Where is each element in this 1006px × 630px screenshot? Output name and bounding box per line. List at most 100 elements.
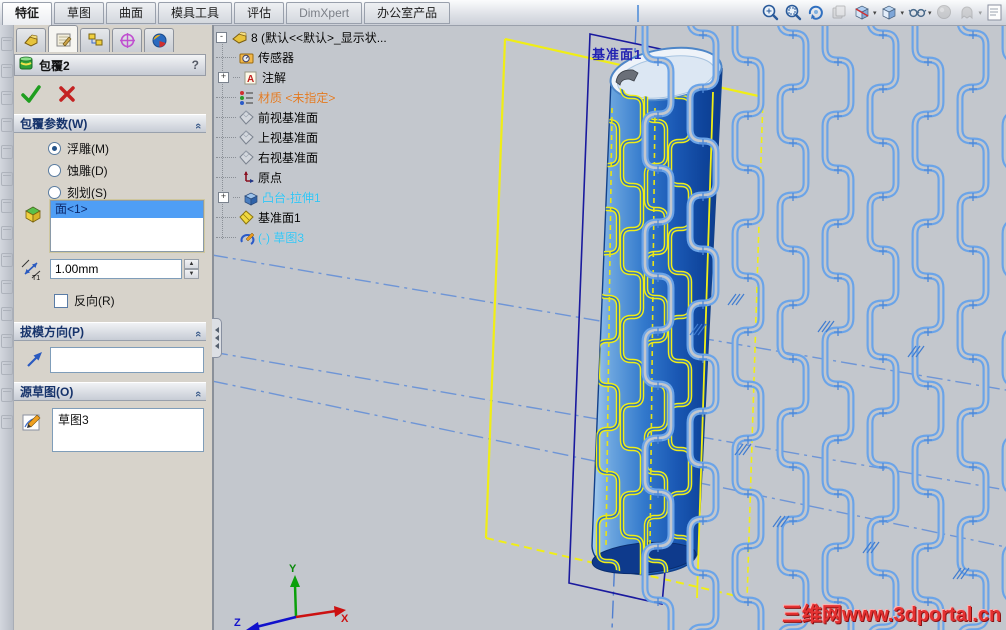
zoom-area-icon[interactable] — [783, 2, 804, 24]
tree-expand-icon[interactable]: + — [218, 191, 229, 203]
docked-toolbar-strip — [0, 25, 14, 630]
feature-title: 包覆2 — [39, 58, 70, 73]
configuration-tab-icon[interactable] — [80, 28, 110, 52]
face-selection-icon — [22, 203, 44, 230]
tree-collapse-icon[interactable]: - — [216, 31, 227, 43]
tree-expand-icon[interactable]: + — [218, 71, 229, 83]
menu-tab-特征[interactable]: 特征 — [2, 2, 53, 26]
tree-branch-line — [216, 136, 236, 138]
triad-axis-label: Z — [234, 617, 241, 629]
tree-branch-line — [216, 96, 236, 98]
docked-tool-icon — [1, 91, 13, 105]
tree-item-材质 <未指定>[interactable]: 材质 <未指定> — [216, 87, 431, 107]
thickness-stepper[interactable]: ▲ ▼ — [184, 259, 199, 279]
wrap-feature-icon — [18, 54, 35, 76]
dropdown-arrow-icon[interactable]: ▾ — [978, 9, 982, 17]
tree-item-8 (默认<<默认>_显示状...[interactable]: - 8 (默认<<默认>_显示状... — [216, 27, 431, 47]
section-wrap-parameters[interactable]: 包覆参数(W) « — [14, 114, 206, 133]
tree-item-label: 材质 <未指定> — [258, 90, 336, 105]
help-button[interactable]: ? — [192, 58, 199, 72]
feature-tree: - 8 (默认<<默认>_显示状... 传感器 + A 注解材质 <未指定> 前视基准面上视… — [216, 27, 431, 247]
command-manager-tabs: 特征 草图 曲面 模具工具 评估 DimXpert 办公室产品 — [2, 2, 452, 26]
radio-蚀雕(D)[interactable]: 蚀雕(D) — [48, 160, 108, 180]
property-manager-tab-icon[interactable] — [48, 25, 78, 52]
annotations-icon: A — [242, 69, 259, 86]
direction-arrow-icon — [24, 348, 46, 375]
tree-item-前视基准面[interactable]: 前视基准面 — [216, 107, 431, 127]
radio-button-icon[interactable] — [48, 185, 61, 199]
face-selection-listbox[interactable]: 面<1> — [50, 200, 204, 252]
view-orientation-icon[interactable]: ▾ — [879, 2, 905, 24]
tree-branch-line — [216, 116, 236, 118]
section-pull-direction[interactable]: 拔模方向(P) « — [14, 322, 206, 341]
menu-tab-草图[interactable]: 草图 — [54, 2, 105, 24]
menu-tab-模具工具[interactable]: 模具工具 — [158, 2, 233, 24]
panel-tabs — [16, 25, 174, 52]
tree-item-label: 凸台-拉伸1 — [262, 190, 321, 205]
scene-icon[interactable]: ▾ — [957, 2, 983, 24]
tree-item-右视基准面[interactable]: 右视基准面 — [216, 147, 431, 167]
application-window: Y X Z 基准面1 三维网www.3dportal.cn 特征 草图 曲面 模具工具 评估… — [0, 0, 1006, 630]
tree-item-传感器[interactable]: 传感器 — [216, 47, 431, 67]
radio-刻划(S)[interactable]: 刻划(S) — [48, 182, 107, 202]
section-title: 拔模方向(P) — [20, 325, 84, 339]
tree-item-注解[interactable]: + A 注解 — [216, 67, 431, 87]
radio-button-icon[interactable] — [48, 163, 61, 177]
ok-button[interactable] — [20, 83, 42, 110]
docked-tool-icon — [1, 226, 13, 240]
display-style-icon[interactable]: ▾ — [907, 2, 933, 24]
docked-tool-icon — [1, 280, 13, 294]
stepper-up-icon[interactable]: ▲ — [184, 259, 199, 269]
menu-tab-办公室产品[interactable]: 办公室产品 — [364, 2, 451, 24]
tree-item-上视基准面[interactable]: 上视基准面 — [216, 127, 431, 147]
tree-branch-line — [216, 56, 236, 58]
dimxpert-tab-icon[interactable] — [144, 28, 174, 52]
panel-collapse-handle[interactable] — [212, 318, 222, 358]
radio-浮雕(M)[interactable]: 浮雕(M) — [48, 138, 109, 158]
reverse-checkbox[interactable] — [54, 293, 68, 308]
pan-icon[interactable] — [829, 2, 850, 24]
section-view-icon[interactable]: ▾ — [852, 2, 878, 24]
tree-item-label: 注解 — [262, 70, 287, 85]
sketch-icon — [238, 229, 255, 246]
radio-button-icon[interactable] — [48, 141, 61, 155]
menu-tab-评估[interactable]: 评估 — [234, 2, 285, 24]
radio-label: 蚀雕(D) — [67, 163, 108, 178]
menu-tab-曲面[interactable]: 曲面 — [106, 2, 157, 24]
dropdown-arrow-icon[interactable]: ▾ — [928, 9, 932, 17]
source-sketch-box[interactable]: 草图3 — [52, 408, 204, 452]
zoom-fit-icon[interactable] — [760, 2, 781, 24]
docked-tool-icon — [1, 361, 13, 375]
rotate-view-icon[interactable] — [806, 2, 827, 24]
tree-branch-line — [216, 176, 236, 178]
boss-extrude-icon — [242, 189, 259, 206]
display-manager-tab-icon[interactable] — [112, 28, 142, 52]
selected-face-item[interactable]: 面<1> — [51, 201, 203, 218]
tree-branch-line — [216, 236, 236, 238]
tree-item-基准面1[interactable]: 基准面1 — [216, 207, 431, 227]
thickness-input[interactable] — [50, 259, 182, 279]
tree-item-原点[interactable]: 原点 — [216, 167, 431, 187]
tree-item-凸台-拉伸1[interactable]: + 凸台-拉伸1 — [216, 187, 431, 207]
docked-tool-icon — [1, 334, 13, 348]
watermark-text: 三维网www.3dportal.cn — [782, 604, 1002, 626]
tree-branch-line — [216, 216, 236, 218]
cancel-button[interactable] — [56, 83, 78, 110]
radio-label: 刻划(S) — [67, 185, 107, 200]
tree-item-label: 前视基准面 — [258, 110, 319, 125]
dropdown-arrow-icon[interactable]: ▾ — [873, 9, 877, 17]
pull-direction-box[interactable] — [50, 347, 204, 373]
appearance-icon[interactable] — [934, 2, 955, 24]
stepper-down-icon[interactable]: ▼ — [184, 269, 199, 279]
menu-bar: 特征 草图 曲面 模具工具 评估 DimXpert 办公室产品 ▾ ▾ ▾ ▾ — [0, 0, 1006, 26]
menu-tab-DimXpert[interactable]: DimXpert — [286, 2, 363, 24]
tree-item-(-) 草图3[interactable]: (-) 草图3 — [216, 227, 431, 247]
docked-tool-icon — [1, 118, 13, 132]
docked-tool-icon — [1, 145, 13, 159]
section-source-sketch[interactable]: 源草图(O) « — [14, 382, 206, 401]
material-icon — [238, 89, 255, 106]
edge-doc-icon[interactable] — [985, 2, 1006, 24]
dropdown-arrow-icon[interactable]: ▾ — [900, 9, 904, 17]
features-tab-icon[interactable] — [16, 28, 46, 52]
source-sketch-value: 草图3 — [58, 413, 89, 427]
